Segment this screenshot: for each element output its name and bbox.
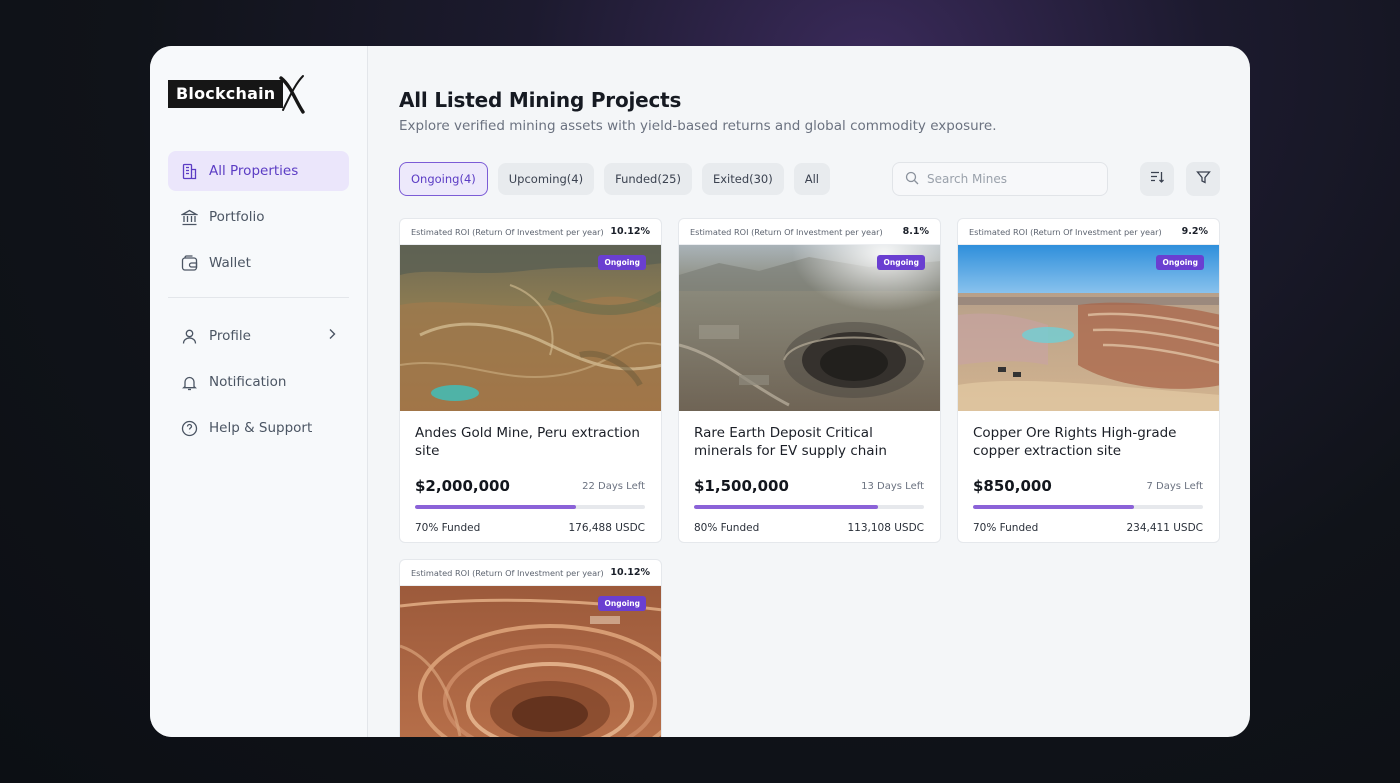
page-title: All Listed Mining Projects — [399, 88, 682, 112]
project-title: Copper Ore Rights High-grade copper extr… — [973, 425, 1177, 459]
card-body: Andes Gold Mine, Peru extraction site $2… — [400, 411, 661, 534]
filter-button[interactable] — [1186, 162, 1220, 196]
status-badge: Ongoing — [598, 255, 646, 270]
funding-row: 80% Funded 113,108 USDC — [694, 522, 924, 534]
project-grid: Estimated ROI (Return Of Investment per … — [399, 218, 1220, 737]
sidebar-item-all-properties[interactable]: All Properties — [168, 151, 349, 191]
main-content: All Listed Mining Projects Explore verif… — [368, 46, 1250, 737]
status-badge: Ongoing — [877, 255, 925, 270]
roi-value: 9.2% — [1181, 226, 1208, 237]
tab-exited[interactable]: Exited(30) — [701, 163, 784, 195]
sort-icon — [1149, 169, 1165, 189]
sidebar-item-portfolio[interactable]: Portfolio — [168, 197, 349, 237]
project-price: $2,000,000 — [415, 477, 510, 495]
app-window: Blockchain All Properties Portfolio Wall… — [150, 46, 1250, 737]
project-image: Ongoing — [400, 245, 661, 411]
funding-progress-fill — [973, 505, 1134, 509]
sidebar: Blockchain All Properties Portfolio Wall… — [150, 46, 368, 737]
funding-progress-bar — [973, 505, 1203, 509]
building-icon — [180, 162, 198, 180]
card-body: Copper Ore Rights High-grade copper extr… — [958, 411, 1219, 534]
bank-icon — [180, 208, 198, 226]
funding-progress-fill — [694, 505, 878, 509]
chevron-right-icon — [327, 328, 337, 344]
filter-toolbar: Ongoing(4) Upcoming(4) Funded(25) Exited… — [399, 162, 1220, 196]
funding-row: 70% Funded 234,411 USDC — [973, 522, 1203, 534]
roi-row: Estimated ROI (Return Of Investment per … — [400, 219, 661, 245]
raised-amount: 234,411 USDC — [1126, 522, 1203, 534]
days-left: 13 Days Left — [861, 480, 924, 492]
price-row: $1,500,000 13 Days Left — [694, 477, 924, 495]
project-card[interactable]: Estimated ROI (Return Of Investment per … — [678, 218, 941, 543]
sidebar-item-label: Wallet — [209, 255, 251, 271]
price-row: $2,000,000 22 Days Left — [415, 477, 645, 495]
price-row: $850,000 7 Days Left — [973, 477, 1203, 495]
project-card[interactable]: Estimated ROI (Return Of Investment per … — [399, 559, 662, 737]
roi-label: Estimated ROI (Return Of Investment per … — [411, 567, 604, 578]
project-image: Ongoing — [400, 586, 661, 737]
sidebar-item-label: Help & Support — [209, 420, 313, 436]
wallet-icon — [180, 254, 198, 272]
bell-icon — [180, 373, 198, 391]
search-input[interactable] — [927, 172, 1087, 186]
roi-label: Estimated ROI (Return Of Investment per … — [690, 226, 883, 237]
days-left: 7 Days Left — [1146, 480, 1204, 492]
page-subtitle: Explore verified mining assets with yiel… — [399, 118, 997, 134]
project-card[interactable]: Estimated ROI (Return Of Investment per … — [399, 218, 662, 543]
search-box — [892, 162, 1108, 196]
roi-label: Estimated ROI (Return Of Investment per … — [411, 226, 604, 237]
project-title: Rare Earth Deposit Critical minerals for… — [694, 425, 887, 459]
roi-row: Estimated ROI (Return Of Investment per … — [400, 560, 661, 586]
sidebar-item-label: Portfolio — [209, 209, 265, 225]
project-price: $1,500,000 — [694, 477, 789, 495]
days-left: 22 Days Left — [582, 480, 645, 492]
filter-icon — [1195, 170, 1211, 189]
roi-value: 10.12% — [610, 226, 650, 237]
search-icon — [905, 170, 919, 189]
project-image: Ongoing — [679, 245, 940, 411]
sort-button[interactable] — [1140, 162, 1174, 196]
roi-value: 8.1% — [902, 226, 929, 237]
tab-upcoming[interactable]: Upcoming(4) — [497, 163, 595, 195]
sidebar-divider — [168, 297, 349, 298]
sidebar-item-notification[interactable]: Notification — [168, 362, 349, 402]
raised-amount: 176,488 USDC — [568, 522, 645, 534]
funding-progress-bar — [694, 505, 924, 509]
brand-name: Blockchain — [168, 80, 284, 108]
help-icon — [180, 419, 198, 437]
funded-percent: 70% Funded — [415, 522, 481, 534]
funding-progress-fill — [415, 505, 576, 509]
user-icon — [180, 327, 198, 345]
project-image: Ongoing — [958, 245, 1219, 411]
roi-row: Estimated ROI (Return Of Investment per … — [679, 219, 940, 245]
sidebar-item-wallet[interactable]: Wallet — [168, 243, 349, 283]
raised-amount: 113,108 USDC — [847, 522, 924, 534]
roi-label: Estimated ROI (Return Of Investment per … — [969, 226, 1162, 237]
tab-funded[interactable]: Funded(25) — [604, 163, 692, 195]
project-title: Andes Gold Mine, Peru extraction site — [415, 425, 640, 459]
sidebar-item-label: Profile — [209, 328, 251, 344]
funded-percent: 70% Funded — [973, 522, 1039, 534]
sidebar-item-profile[interactable]: Profile — [168, 316, 349, 356]
sidebar-item-label: All Properties — [209, 163, 299, 179]
sidebar-item-label: Notification — [209, 374, 287, 390]
tab-ongoing[interactable]: Ongoing(4) — [399, 162, 488, 196]
card-body: Rare Earth Deposit Critical minerals for… — [679, 411, 940, 534]
status-badge: Ongoing — [1156, 255, 1204, 270]
funding-progress-bar — [415, 505, 645, 509]
brand-x-icon — [279, 75, 306, 114]
tab-all[interactable]: All — [793, 163, 830, 195]
project-card[interactable]: Estimated ROI (Return Of Investment per … — [957, 218, 1220, 543]
funded-percent: 80% Funded — [694, 522, 760, 534]
sidebar-item-help-support[interactable]: Help & Support — [168, 408, 349, 448]
brand-logo[interactable]: Blockchain — [168, 72, 349, 116]
roi-row: Estimated ROI (Return Of Investment per … — [958, 219, 1219, 245]
status-badge: Ongoing — [598, 596, 646, 611]
roi-value: 10.12% — [610, 567, 650, 578]
project-price: $850,000 — [973, 477, 1052, 495]
funding-row: 70% Funded 176,488 USDC — [415, 522, 645, 534]
